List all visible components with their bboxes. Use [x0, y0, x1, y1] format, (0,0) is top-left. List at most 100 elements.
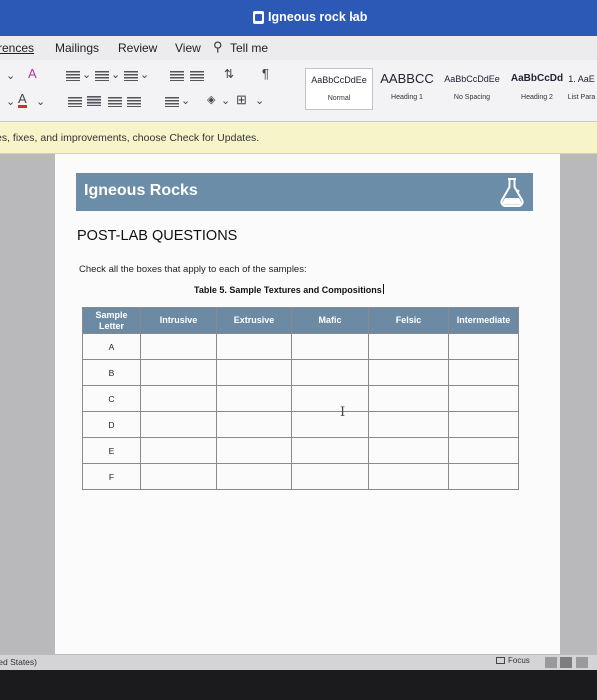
table-row: A [82, 333, 519, 360]
sample-letter-cell: C [82, 385, 141, 412]
chevron-down-icon[interactable]: ⌄ [221, 94, 230, 107]
sample-letter-cell: D [82, 411, 141, 438]
table-cell[interactable] [140, 385, 217, 412]
align-right-icon[interactable] [108, 97, 122, 107]
table-cell[interactable] [368, 411, 449, 438]
focus-label: Focus [508, 656, 530, 665]
table-cell[interactable] [291, 359, 369, 386]
chevron-down-icon[interactable]: ⌄ [111, 68, 120, 81]
table-cell[interactable] [448, 359, 519, 386]
post-lab-heading: POST-LAB QUESTIONS [77, 228, 238, 244]
document-area: Igneous Rocks POST-LAB QUESTIONS Check a… [0, 154, 597, 654]
table-cell[interactable] [368, 463, 449, 490]
table-cell[interactable] [291, 437, 369, 464]
sample-letter-cell: F [82, 463, 141, 490]
line-spacing-icon[interactable] [165, 97, 179, 107]
style-heading-1[interactable]: AABBCC Heading 1 [373, 68, 441, 110]
document-page[interactable]: Igneous Rocks POST-LAB QUESTIONS Check a… [55, 154, 560, 654]
chevron-down-icon[interactable]: ⌄ [82, 68, 91, 81]
chevron-down-icon[interactable]: ⌄ [140, 68, 149, 81]
style-sample: AaBbCcDdEe [444, 74, 500, 84]
update-message: es, fixes, and improvements, choose Chec… [0, 132, 260, 144]
table-cell[interactable] [448, 333, 519, 360]
shading-icon[interactable]: ◈ [207, 93, 215, 106]
lightbulb-icon[interactable]: ⚲ [213, 39, 223, 55]
sample-letter-cell: B [82, 359, 141, 386]
read-mode-icon[interactable] [576, 657, 588, 668]
chevron-down-icon[interactable]: ⌄ [181, 94, 190, 107]
tab-references[interactable]: rences [0, 41, 34, 55]
chevron-down-icon[interactable]: ⌄ [6, 69, 15, 82]
align-left-icon[interactable] [68, 97, 82, 107]
table-cell[interactable] [448, 385, 519, 412]
style-list-paragraph[interactable]: 1. AaE List Para [566, 68, 597, 110]
chevron-down-icon[interactable]: ⌄ [36, 95, 45, 108]
style-heading-2[interactable]: AaBbCcDd Heading 2 [503, 68, 571, 110]
table-cell[interactable] [368, 359, 449, 386]
style-name: Normal [327, 95, 351, 102]
style-normal[interactable]: AaBbCcDdEe Normal [305, 68, 373, 110]
table-cell[interactable] [448, 411, 519, 438]
tab-view[interactable]: View [175, 41, 201, 55]
chevron-down-icon[interactable]: ⌄ [6, 95, 15, 108]
table-cell[interactable] [291, 411, 369, 438]
print-layout-icon[interactable] [545, 657, 557, 668]
column-header-intermediate: Intermediate [448, 307, 519, 334]
clear-formatting-icon[interactable]: A [28, 66, 37, 81]
increase-indent-icon[interactable] [190, 71, 204, 81]
table-cell[interactable] [216, 333, 292, 360]
focus-button[interactable]: Focus [496, 656, 540, 669]
table-cell[interactable] [140, 437, 217, 464]
style-no-spacing[interactable]: AaBbCcDdEe No Spacing [438, 68, 506, 110]
table-cell[interactable] [216, 385, 292, 412]
numbering-icon[interactable] [95, 71, 109, 81]
table-caption-text: Table 5. Sample Textures and Composition… [194, 285, 382, 295]
style-sample: AaBbCcDd [510, 73, 564, 84]
table-row: E [82, 437, 519, 464]
ribbon: ⌄ A ⌄ ⌄ ⌄ ⇅ ¶ ⌄ A ⌄ ⌄ ◈ ⌄ ⊞ ⌄ AaBbCcDdEe… [0, 60, 597, 122]
table-cell[interactable] [216, 437, 292, 464]
style-name: List Para [567, 94, 596, 101]
pilcrow-icon[interactable]: ¶ [262, 66, 269, 81]
column-header-felsic: Felsic [368, 307, 449, 334]
web-layout-icon[interactable] [560, 657, 572, 668]
table-cell[interactable] [291, 333, 369, 360]
flask-icon [500, 178, 524, 208]
tab-mailings[interactable]: Mailings [55, 41, 99, 55]
borders-icon[interactable]: ⊞ [236, 92, 247, 108]
decrease-indent-icon[interactable] [170, 71, 184, 81]
title-bar: Igneous rock lab ⌄ [0, 0, 597, 36]
table-cell[interactable] [216, 411, 292, 438]
text-cursor [382, 284, 384, 294]
language-status[interactable]: ited States) [0, 657, 37, 667]
focus-icon [496, 657, 505, 664]
table-cell[interactable] [448, 463, 519, 490]
multilevel-list-icon[interactable] [124, 71, 138, 81]
sample-letter-cell: E [82, 437, 141, 464]
table-cell[interactable] [448, 437, 519, 464]
font-color-icon[interactable]: A [18, 92, 27, 108]
table-cell[interactable] [368, 437, 449, 464]
table-caption: Table 5. Sample Textures and Composition… [194, 284, 384, 295]
style-sample: AABBCC [380, 71, 434, 86]
align-center-icon[interactable] [87, 96, 101, 106]
justify-icon[interactable] [127, 97, 141, 107]
chevron-down-icon[interactable]: ⌄ [255, 94, 264, 107]
table-cell[interactable] [291, 463, 369, 490]
table-cell[interactable] [368, 385, 449, 412]
table-cell[interactable] [216, 359, 292, 386]
chevron-down-icon[interactable]: ⌄ [349, 9, 358, 22]
table-cell[interactable] [140, 359, 217, 386]
tab-review[interactable]: Review [118, 41, 157, 55]
table-cell[interactable] [368, 333, 449, 360]
table-cell[interactable] [140, 411, 217, 438]
tell-me-search[interactable]: Tell me [230, 41, 268, 55]
sort-icon[interactable]: ⇅ [224, 67, 234, 81]
table-cell[interactable] [140, 333, 217, 360]
screen: Igneous rock lab ⌄ rences Mailings Revie… [0, 0, 597, 670]
table-cell[interactable] [291, 385, 369, 412]
table-row: D [82, 411, 519, 438]
table-cell[interactable] [216, 463, 292, 490]
table-cell[interactable] [140, 463, 217, 490]
bullets-icon[interactable] [66, 71, 80, 81]
